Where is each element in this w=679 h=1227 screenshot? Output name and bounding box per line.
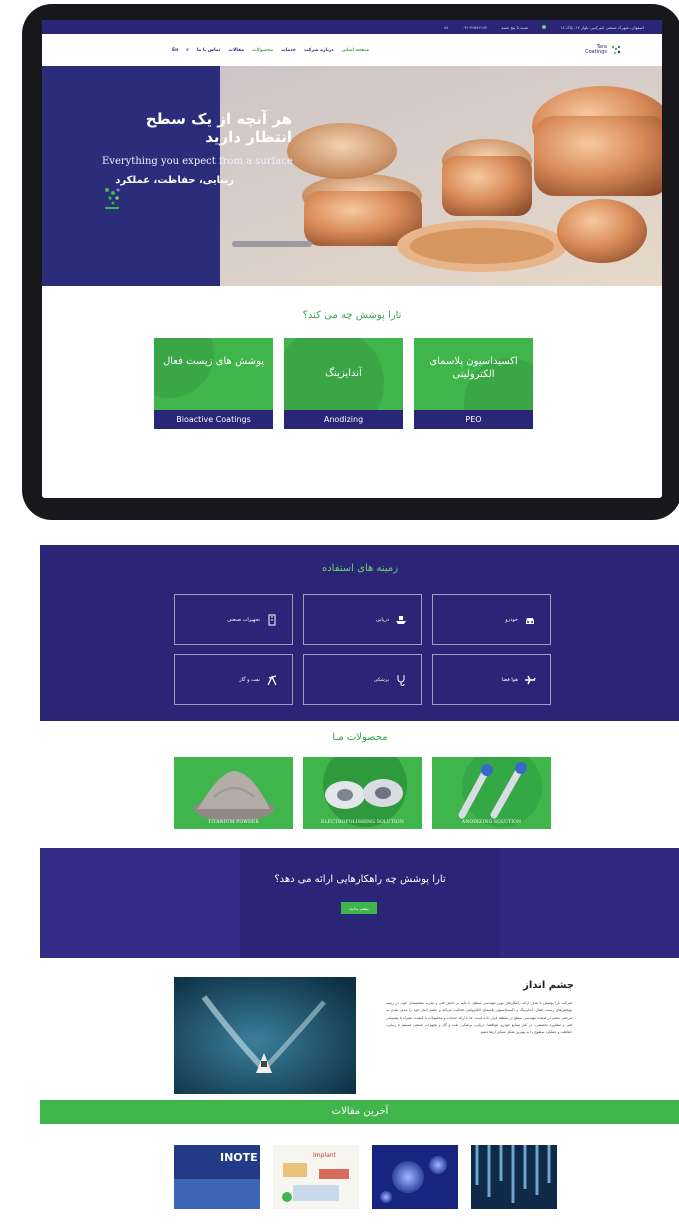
airplane-icon	[525, 675, 536, 684]
product-caption: ANODIZING SOLUTION	[461, 820, 522, 825]
hero-banner: هر آنچه از یک سطح انتظار دارید Everythin…	[42, 66, 662, 286]
product-card-electropolishing[interactable]: ELECTROPOLISHING SOLUTION	[303, 757, 422, 829]
usage-item-label: نفت و گاز	[239, 676, 260, 683]
service-cards: پوشش های زیست فعال Bioactive Coatings آن…	[154, 338, 533, 429]
article-card[interactable]	[471, 1145, 557, 1209]
usage-item-aerospace[interactable]: هوا فضا	[432, 654, 551, 705]
powder-image	[194, 771, 274, 821]
usage-item-automotive[interactable]: خودرو	[432, 594, 551, 645]
ship-icon	[396, 615, 406, 624]
article-thumb-text: INOTE	[220, 1151, 258, 1164]
article-thumb-text: Implant	[313, 1152, 337, 1159]
product-caption: ELECTROPOLISHING SOLUTION	[320, 820, 405, 825]
usage-item-label: تجهیزات صنعتی	[227, 616, 260, 623]
nav-item-services[interactable]: خدمات	[281, 48, 296, 53]
cta-text: تارا پوشش چه راهکارهایی ارائه می دهد؟	[274, 874, 446, 885]
service-card-anodizing[interactable]: آندایزینگ Anodizing	[284, 338, 403, 429]
hero-logo-icon	[105, 188, 120, 209]
product-card-anodizing-solution[interactable]: ANODIZING SOLUTION	[432, 757, 551, 829]
location-icon	[542, 25, 547, 29]
services-title: تارا پوشش چه می کند؟	[302, 310, 402, 321]
logo-mark-icon	[611, 45, 621, 54]
article-card[interactable]	[372, 1145, 458, 1209]
tablet-screen: ۸۸ ۰۳۱-۴۲۵۴۶۱۷۴ شنبه تا پنج شنبه اصفهان،…	[42, 20, 662, 498]
service-card-label: PEO	[414, 410, 533, 429]
service-card-title: اکسیداسیون پلاسمای الکترولیتی	[429, 356, 518, 380]
usage-item-medical[interactable]: پزشکی	[303, 654, 422, 705]
article-cards: INOTE Implant	[174, 1145, 557, 1209]
nav-item-articles[interactable]: مقالات	[228, 48, 244, 53]
hero-text: هر آنچه از یک سطح انتظار دارید Everythin…	[102, 110, 372, 186]
polishing-parts-image	[323, 757, 407, 827]
hero-tagline: زیبایی، حفاظت، عملکرد	[115, 175, 234, 186]
nav-item-about[interactable]: درباره شرکت	[304, 48, 334, 53]
service-card-title: آندایزینگ	[325, 368, 362, 379]
oil-pump-icon	[267, 674, 277, 685]
service-card-label: Bioactive Coatings	[154, 410, 273, 429]
usage-item-industrial[interactable]: تجهیزات صنعتی	[174, 594, 293, 645]
service-card-label: Anodizing	[284, 410, 403, 429]
product-cards: TITANIUM POWDER ELECTROPOLISHING SOLUTIO…	[174, 757, 551, 829]
products-title: محصولات مـا	[332, 732, 388, 743]
topbar-hours: شنبه تا پنج شنبه	[501, 24, 529, 30]
topbar-extra: ۸۸	[443, 24, 449, 30]
vision-title: چشم انداز	[523, 980, 574, 991]
main-navbar: En ⌕ تماس با ما مقالات محصولات خدمات درب…	[42, 34, 662, 66]
language-switch[interactable]: En	[172, 48, 178, 53]
factory-icon	[268, 614, 276, 625]
services-section: تارا پوشش چه می کند؟ پوشش های زیست فعال …	[42, 286, 662, 498]
search-icon[interactable]: ⌕	[186, 47, 189, 53]
usage-title: زمینه های استفاده	[321, 563, 399, 574]
nav-item-products[interactable]: محصولات	[252, 48, 273, 53]
article-thumbnail	[372, 1145, 458, 1209]
learn-more-button[interactable]: بیشتر بدانید	[341, 902, 377, 914]
usage-item-label: دریایی	[375, 616, 389, 623]
site-logo[interactable]: Tara Coatings	[585, 44, 622, 56]
vision-body: شرکت تارا پوشش با هدف ارائه راهکارهای نو…	[386, 1001, 572, 1035]
topbar-phone[interactable]: ۰۳۱-۴۲۵۴۶۱۷۴	[462, 25, 487, 30]
logo-line2: Coatings	[585, 49, 607, 55]
usage-item-marine[interactable]: دریایی	[303, 594, 422, 645]
article-thumbnail	[471, 1145, 557, 1209]
speedboat-image	[174, 977, 356, 1094]
dental-implants-image	[458, 757, 542, 827]
product-caption: TITANIUM POWDER	[208, 820, 259, 825]
car-icon	[526, 617, 534, 624]
tablet-frame: ۸۸ ۰۳۱-۴۲۵۴۶۱۷۴ شنبه تا پنج شنبه اصفهان،…	[22, 4, 679, 520]
article-card[interactable]: INOTE	[174, 1145, 260, 1209]
usage-item-label: پزشکی	[373, 676, 389, 683]
product-card-titanium-powder[interactable]: TITANIUM POWDER	[174, 757, 293, 829]
nav-item-home[interactable]: صفحه اصلی	[342, 48, 369, 53]
service-card-bioactive[interactable]: پوشش های زیست فعال Bioactive Coatings	[154, 338, 273, 429]
usage-item-oil-gas[interactable]: نفت و گاز	[174, 654, 293, 705]
usage-item-label: هوا فضا	[501, 676, 518, 683]
service-card-title: پوشش های زیست فعال	[162, 356, 265, 367]
nav-menu: En ⌕ تماس با ما مقالات محصولات خدمات درب…	[172, 47, 369, 54]
usage-grid: تجهیزات صنعتی دریایی خودرو نفت و گاز پزش…	[174, 594, 551, 705]
article-card[interactable]: Implant	[273, 1145, 359, 1209]
top-info-bar: ۸۸ ۰۳۱-۴۲۵۴۶۱۷۴ شنبه تا پنج شنبه اصفهان،…	[42, 20, 662, 34]
service-card-peo[interactable]: اکسیداسیون پلاسمای الکترولیتی PEO	[414, 338, 533, 429]
usage-section: زمینه های استفاده تجهیزات صنعتی دریایی خ…	[40, 545, 679, 721]
cta-banner: تارا پوشش چه راهکارهایی ارائه می دهد؟ بی…	[40, 848, 679, 958]
logo-text: Tara Coatings	[585, 44, 607, 56]
article-thumbnail: INOTE	[174, 1145, 260, 1209]
article-thumbnail: Implant	[273, 1145, 359, 1209]
stethoscope-icon	[397, 674, 405, 686]
hero-subtitle: Everything you expect from a surface	[102, 156, 293, 167]
usage-item-label: خودرو	[505, 616, 518, 623]
topbar-address: اصفهان، شهرک صنعتی امیرکبیر، بلوار ۱۷، پ…	[560, 24, 644, 30]
articles-title: آخرین مقالات	[40, 1100, 679, 1124]
nav-item-contact[interactable]: تماس با ما	[197, 48, 221, 53]
hero-title: هر آنچه از یک سطح انتظار دارید	[145, 110, 292, 146]
